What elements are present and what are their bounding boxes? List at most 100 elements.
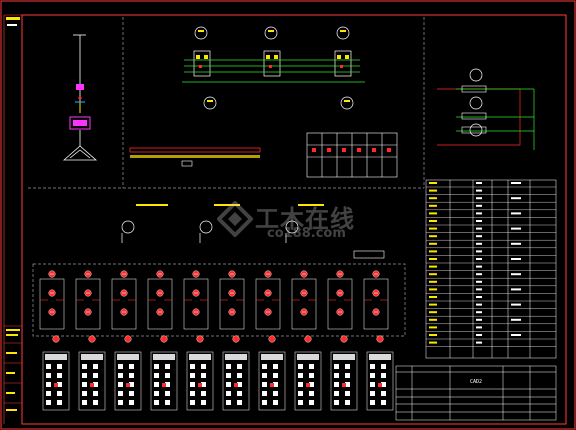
feeder-cell — [118, 364, 123, 369]
right-data-table-rows — [426, 182, 556, 347]
feeder-cell — [57, 373, 62, 378]
feeder-cell — [370, 400, 375, 405]
transformer-delta — [69, 149, 91, 159]
feeder-cell — [370, 382, 375, 387]
feeder-header — [225, 354, 247, 360]
table-cell-mark — [429, 303, 437, 306]
section-dividers — [28, 17, 425, 189]
feeder-cell — [334, 373, 339, 378]
table-cell-mark — [429, 296, 437, 298]
table-cell-mark — [476, 189, 482, 192]
feeder-cell — [334, 400, 339, 405]
feeder-cell — [345, 364, 350, 369]
table-cell-mark — [476, 311, 482, 314]
table-cell-mark — [429, 311, 437, 314]
feeder-cell — [334, 364, 339, 369]
feeder-cell — [226, 400, 231, 405]
feeder-cell — [154, 391, 159, 396]
feeder-cell — [118, 400, 123, 405]
feeder-cell — [201, 364, 206, 369]
table-cell-mark — [429, 227, 437, 230]
feeder-cell — [82, 364, 87, 369]
feeder-cell — [190, 400, 195, 405]
feeder-header — [153, 354, 175, 360]
feeder-cell — [93, 373, 98, 378]
feeder-cell — [118, 391, 123, 396]
table-cell-mark — [429, 334, 437, 336]
breaker-panel — [39, 270, 389, 330]
table-cell-mark — [511, 273, 521, 276]
breaker-column — [219, 278, 245, 330]
feeder-relay — [378, 383, 382, 387]
breaker-column — [363, 278, 389, 330]
bottom-feeders — [42, 335, 394, 411]
table-cell-mark — [511, 197, 521, 200]
table-cell-mark — [429, 197, 437, 200]
breaker-column — [39, 278, 65, 330]
feeder-cell — [82, 400, 87, 405]
feeder-header — [261, 354, 283, 360]
feeder-cell — [129, 400, 134, 405]
feeder-cell — [165, 391, 170, 396]
feeder-cell — [262, 373, 267, 378]
table-cell-mark — [511, 242, 521, 245]
middle-meters — [121, 220, 299, 243]
feeder-cell — [334, 382, 339, 387]
feeder-header — [45, 354, 67, 360]
feeder-cell — [298, 373, 303, 378]
table-cell-mark — [476, 334, 482, 336]
table-cell-mark — [511, 258, 521, 260]
table-cell-mark — [429, 273, 437, 276]
feeder-cell — [118, 373, 123, 378]
feeder-cell — [381, 391, 386, 396]
table-cell-mark — [511, 182, 521, 184]
feeder-relay — [54, 383, 58, 387]
table-cell-mark — [511, 288, 521, 291]
feeder-cell — [381, 373, 386, 378]
feeder-cell — [273, 373, 278, 378]
breaker-column — [291, 278, 317, 330]
feeder-cell — [82, 373, 87, 378]
feeder-cell — [273, 364, 278, 369]
outer-border — [0, 0, 576, 430]
feeder-header — [81, 354, 103, 360]
feeder-lamp — [88, 335, 96, 343]
feeder-lamp — [304, 335, 312, 343]
breaker-column — [147, 278, 173, 330]
feeder-cell — [381, 364, 386, 369]
feeder-header — [333, 354, 355, 360]
table-cell-mark — [476, 280, 482, 283]
table-cell-mark — [476, 220, 482, 222]
feeder-cell — [165, 373, 170, 378]
feeder-cell — [201, 400, 206, 405]
feeder-relay — [306, 383, 310, 387]
feeder-cell — [298, 364, 303, 369]
feeder-cell — [237, 373, 242, 378]
table-cell-mark — [429, 189, 437, 192]
feeder-cell — [345, 400, 350, 405]
feeder-lamp — [340, 335, 348, 343]
feeder-header — [189, 354, 211, 360]
table-cell-mark — [511, 212, 521, 215]
terminal-strip — [129, 147, 261, 167]
feeder-cell — [237, 391, 242, 396]
middle-meter-labels — [136, 204, 324, 206]
table-cell-mark — [476, 341, 482, 344]
feeder-cell — [226, 391, 231, 396]
feeder-cell — [154, 364, 159, 369]
feeder-cell — [309, 391, 314, 396]
feeder-cell — [154, 400, 159, 405]
feeder-cell — [46, 373, 51, 378]
breaker-column — [111, 278, 137, 330]
feeder-lamp — [268, 335, 276, 343]
left-margin-strip — [3, 14, 22, 424]
feeder-cell — [370, 391, 375, 396]
table-cell-mark — [429, 235, 437, 238]
feeder-cell — [57, 364, 62, 369]
table-cell-mark — [476, 318, 482, 321]
table-cell-mark — [476, 197, 482, 200]
feeder-cell — [82, 391, 87, 396]
feeder-cell — [190, 382, 195, 387]
feeder-lamp — [124, 335, 132, 343]
table-cell-mark — [476, 212, 482, 215]
